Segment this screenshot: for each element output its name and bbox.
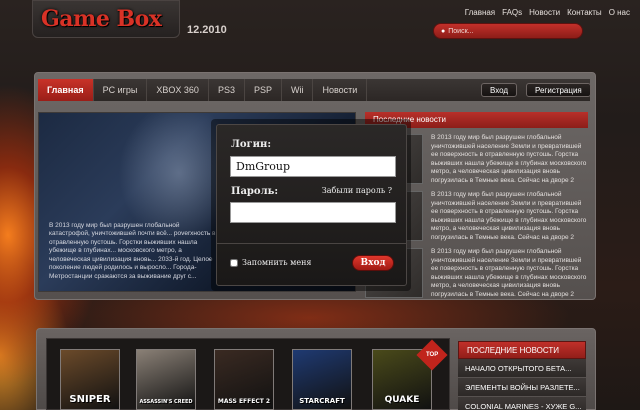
game-cover[interactable]: MASS EFFECT 2 [214,349,274,410]
logo-text: Game Box [41,6,162,32]
login-field[interactable] [230,156,396,177]
register-button[interactable]: Регистрация [526,83,591,97]
top-link-about[interactable]: О нас [609,8,630,17]
game-title: SNIPER [69,394,111,405]
top-link-news[interactable]: Новости [529,8,560,17]
nav-item-xbox[interactable]: XBOX 360 [147,79,209,101]
nav-item-ps3[interactable]: PS3 [209,79,245,101]
password-field[interactable] [230,202,396,223]
side-news-title: ПОСЛЕДНИЕ НОВОСТИ [458,341,586,359]
news-text: В 2013 году мир был разрушен глобальной … [431,134,587,184]
submit-login-button[interactable]: Вход [352,255,394,271]
side-news-item[interactable]: ЭЛЕМЕНТЫ ВОЙНЫ РАЗЛЕТЕ... [458,378,586,397]
remember-me[interactable]: Запомнить меня [230,258,311,267]
news-text: В 2013 году мир был разрушен глобальной … [431,191,587,241]
search-box: ● [433,23,583,39]
modal-divider [217,243,406,244]
top-link-home[interactable]: Главная [465,8,495,17]
remember-checkbox[interactable] [230,258,238,267]
logo[interactable]: Game Box [32,0,180,38]
nav-item-psp[interactable]: PSP [245,79,282,101]
nav-item-news[interactable]: Новости [313,79,368,101]
game-title: STARCRAFT [299,397,345,405]
hero-text: В 2013 году мир был разрушен глобальной … [49,221,216,280]
top-links: Главная FAQs Новости Контакты О нас [465,8,630,17]
game-cover[interactable]: STARCRAFT [292,349,352,410]
game-cover[interactable]: SNIPER [60,349,120,410]
nav-item-home[interactable]: Главная [38,79,94,101]
game-title: MASS EFFECT 2 [217,398,271,405]
side-news-panel: ПОСЛЕДНИЕ НОВОСТИ НАЧАЛО ОТКРЫТОГО БЕТА.… [458,341,586,410]
top-link-contacts[interactable]: Контакты [567,8,602,17]
search-icon: ● [441,27,446,35]
site-date: 12.2010 [187,24,227,36]
login-modal: Логин: Пароль: Забыли пароль ? Запомнить… [216,124,407,286]
game-title: ASSASSIN'S CREED [139,399,193,405]
game-title: QUAKE [384,395,420,405]
top-link-faqs[interactable]: FAQs [502,8,522,17]
news-text: В 2013 году мир был разрушен глобальной … [431,248,587,298]
forgot-password-link[interactable]: Забыли пароль ? [322,186,392,195]
password-label: Пароль: [231,186,279,197]
side-news-item[interactable]: COLONIAL MARINES - ХУЖЕ G... [458,397,586,410]
search-input[interactable] [448,27,559,35]
login-label: Логин: [231,139,272,150]
remember-label: Запомнить меня [242,258,312,267]
game-cover[interactable]: ASSASSIN'S CREED [136,349,196,410]
side-news-item[interactable]: НАЧАЛО ОТКРЫТОГО БЕТА... [458,359,586,378]
nav-item-wii[interactable]: Wii [282,79,314,101]
nav-item-pc[interactable]: PC игры [94,79,148,101]
login-button[interactable]: Вход [481,83,518,97]
